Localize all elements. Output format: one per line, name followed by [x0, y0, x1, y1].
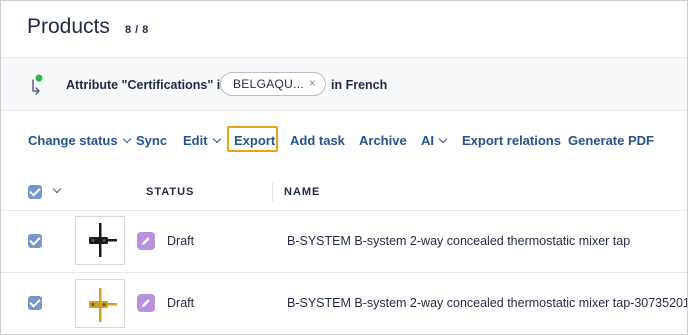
filter-branch-icon — [28, 74, 46, 96]
ai-button[interactable]: AI — [421, 133, 448, 148]
product-count: 8 / 8 — [125, 24, 149, 36]
filter-chip-label: BELGAQU... — [233, 77, 305, 91]
select-all-checkbox[interactable] — [28, 185, 42, 199]
export-button[interactable]: Export — [234, 133, 275, 148]
row-status: Draft — [167, 296, 195, 310]
archive-button[interactable]: Archive — [359, 133, 407, 148]
close-icon[interactable]: × — [309, 76, 316, 90]
column-header-name[interactable]: NAME — [284, 186, 320, 198]
sync-button[interactable]: Sync — [136, 133, 167, 148]
export-relations-button[interactable]: Export relations — [462, 133, 561, 148]
filter-divider — [1, 110, 687, 111]
chevron-down-icon — [212, 134, 221, 144]
table-row[interactable]: Draft B-SYSTEM B-system 2-way concealed … — [1, 211, 687, 273]
product-thumbnail[interactable] — [75, 279, 125, 328]
row-status: Draft — [167, 234, 195, 248]
draft-status-icon — [137, 294, 155, 312]
add-task-button[interactable]: Add task — [290, 133, 345, 148]
column-header-status[interactable]: STATUS — [146, 186, 194, 198]
row-name[interactable]: B-SYSTEM B-system 2-way concealed thermo… — [287, 234, 630, 248]
row-checkbox[interactable] — [28, 296, 42, 310]
filter-description: Attribute "Certifications" is — [66, 78, 228, 92]
page-header: Products 8 / 8 — [1, 1, 687, 57]
active-filter-bar: Attribute "Certifications" is BELGAQU...… — [1, 58, 687, 110]
change-status-label: Change status — [28, 133, 118, 148]
edit-label: Edit — [183, 133, 208, 148]
filter-value-chip[interactable]: BELGAQU... × — [220, 72, 326, 96]
products-page: Products 8 / 8 Attribute "Certifications… — [0, 0, 688, 335]
change-status-button[interactable]: Change status — [28, 133, 131, 148]
draft-status-icon — [137, 232, 155, 250]
row-checkbox[interactable] — [28, 234, 42, 248]
generate-pdf-button[interactable]: Generate PDF — [568, 133, 654, 148]
chevron-down-icon — [438, 134, 448, 144]
bulk-action-toolbar: Change status Sync Edit Export Add task … — [1, 125, 687, 155]
chevron-down-icon — [122, 134, 131, 144]
table-header: STATUS NAME — [1, 173, 687, 213]
chevron-down-icon[interactable] — [52, 184, 62, 194]
page-title: Products — [27, 15, 110, 38]
column-divider — [272, 182, 273, 202]
table-row[interactable]: Draft B-SYSTEM B-system 2-way concealed … — [1, 273, 687, 334]
row-name[interactable]: B-SYSTEM B-system 2-way concealed thermo… — [287, 296, 687, 310]
filter-locale: in French — [331, 78, 388, 92]
product-thumbnail[interactable] — [75, 216, 125, 265]
edit-button[interactable]: Edit — [183, 133, 221, 148]
ai-label: AI — [421, 133, 434, 148]
